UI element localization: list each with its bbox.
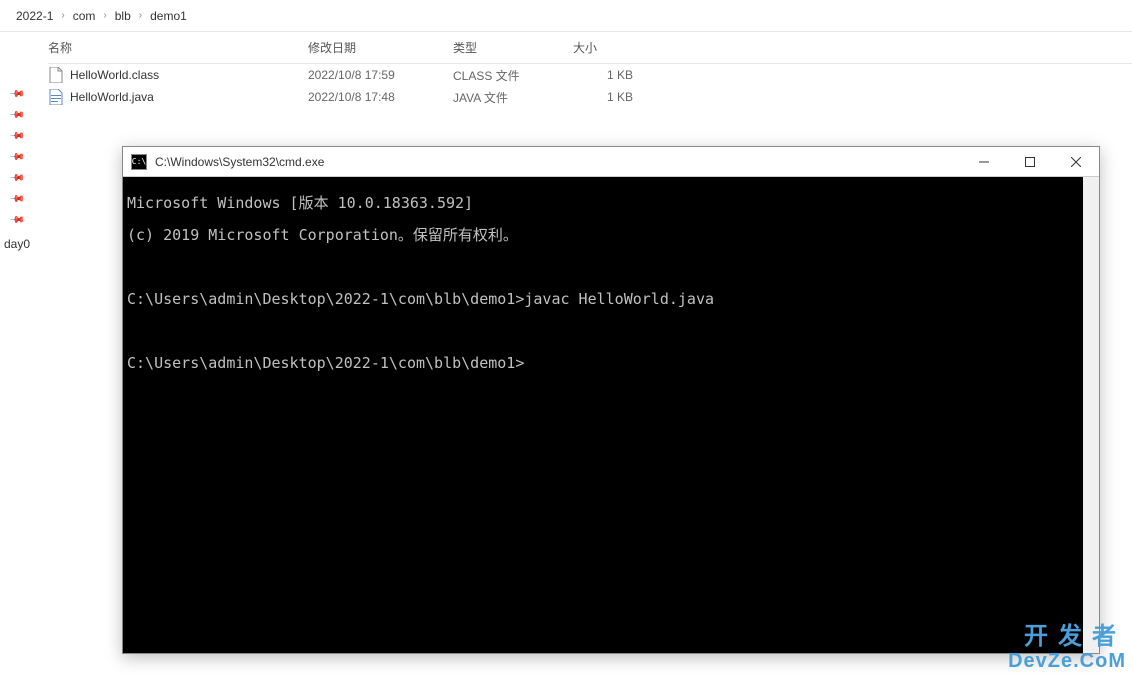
file-date: 2022/10/8 17:59 bbox=[308, 68, 453, 82]
cmd-line: (c) 2019 Microsoft Corporation。保留所有权利。 bbox=[127, 227, 1079, 243]
cmd-line: C:\Users\admin\Desktop\2022-1\com\blb\de… bbox=[127, 355, 1079, 371]
column-header-name[interactable]: 名称 bbox=[48, 39, 308, 56]
cmd-terminal[interactable]: Microsoft Windows [版本 10.0.18363.592] (c… bbox=[123, 177, 1099, 653]
java-file-icon bbox=[48, 89, 64, 105]
cmd-line: Microsoft Windows [版本 10.0.18363.592] bbox=[127, 195, 1079, 211]
breadcrumb[interactable]: 2022-1 › com › blb › demo1 bbox=[0, 0, 1132, 32]
breadcrumb-item[interactable]: blb bbox=[111, 9, 135, 23]
file-type: CLASS 文件 bbox=[453, 67, 573, 84]
chevron-right-icon: › bbox=[57, 10, 68, 21]
chevron-right-icon: › bbox=[99, 10, 110, 21]
file-icon bbox=[48, 67, 64, 83]
cmd-line: C:\Users\admin\Desktop\2022-1\com\blb\de… bbox=[127, 291, 1079, 307]
column-headers: 名称 修改日期 类型 大小 bbox=[48, 32, 1132, 64]
file-size: 1 KB bbox=[573, 68, 653, 82]
cmd-icon: C:\ bbox=[131, 154, 147, 170]
column-header-date[interactable]: 修改日期 bbox=[308, 39, 453, 56]
chevron-right-icon: › bbox=[135, 10, 146, 21]
file-row[interactable]: HelloWorld.class 2022/10/8 17:59 CLASS 文… bbox=[48, 64, 1132, 86]
file-date: 2022/10/8 17:48 bbox=[308, 90, 453, 104]
file-row[interactable]: HelloWorld.java 2022/10/8 17:48 JAVA 文件 … bbox=[48, 86, 1132, 108]
minimize-button[interactable] bbox=[961, 147, 1007, 177]
breadcrumb-item[interactable]: demo1 bbox=[146, 9, 191, 23]
column-header-size[interactable]: 大小 bbox=[573, 39, 653, 56]
cmd-window[interactable]: C:\ C:\Windows\System32\cmd.exe Microsof… bbox=[122, 146, 1100, 654]
column-header-type[interactable]: 类型 bbox=[453, 39, 573, 56]
file-type: JAVA 文件 bbox=[453, 89, 573, 106]
maximize-button[interactable] bbox=[1007, 147, 1053, 177]
quick-access-sidebar: 📌 📌 📌 📌 📌 📌 📌 day0 bbox=[0, 32, 30, 251]
cmd-line bbox=[127, 323, 1079, 339]
cmd-titlebar[interactable]: C:\ C:\Windows\System32\cmd.exe bbox=[123, 147, 1099, 177]
file-size: 1 KB bbox=[573, 90, 653, 104]
cmd-line bbox=[127, 259, 1079, 275]
breadcrumb-item[interactable]: 2022-1 bbox=[12, 9, 57, 23]
breadcrumb-item[interactable]: com bbox=[69, 9, 100, 23]
file-name: HelloWorld.class bbox=[70, 68, 159, 82]
file-name: HelloWorld.java bbox=[70, 90, 154, 104]
close-button[interactable] bbox=[1053, 147, 1099, 177]
cmd-title: C:\Windows\System32\cmd.exe bbox=[155, 155, 961, 169]
